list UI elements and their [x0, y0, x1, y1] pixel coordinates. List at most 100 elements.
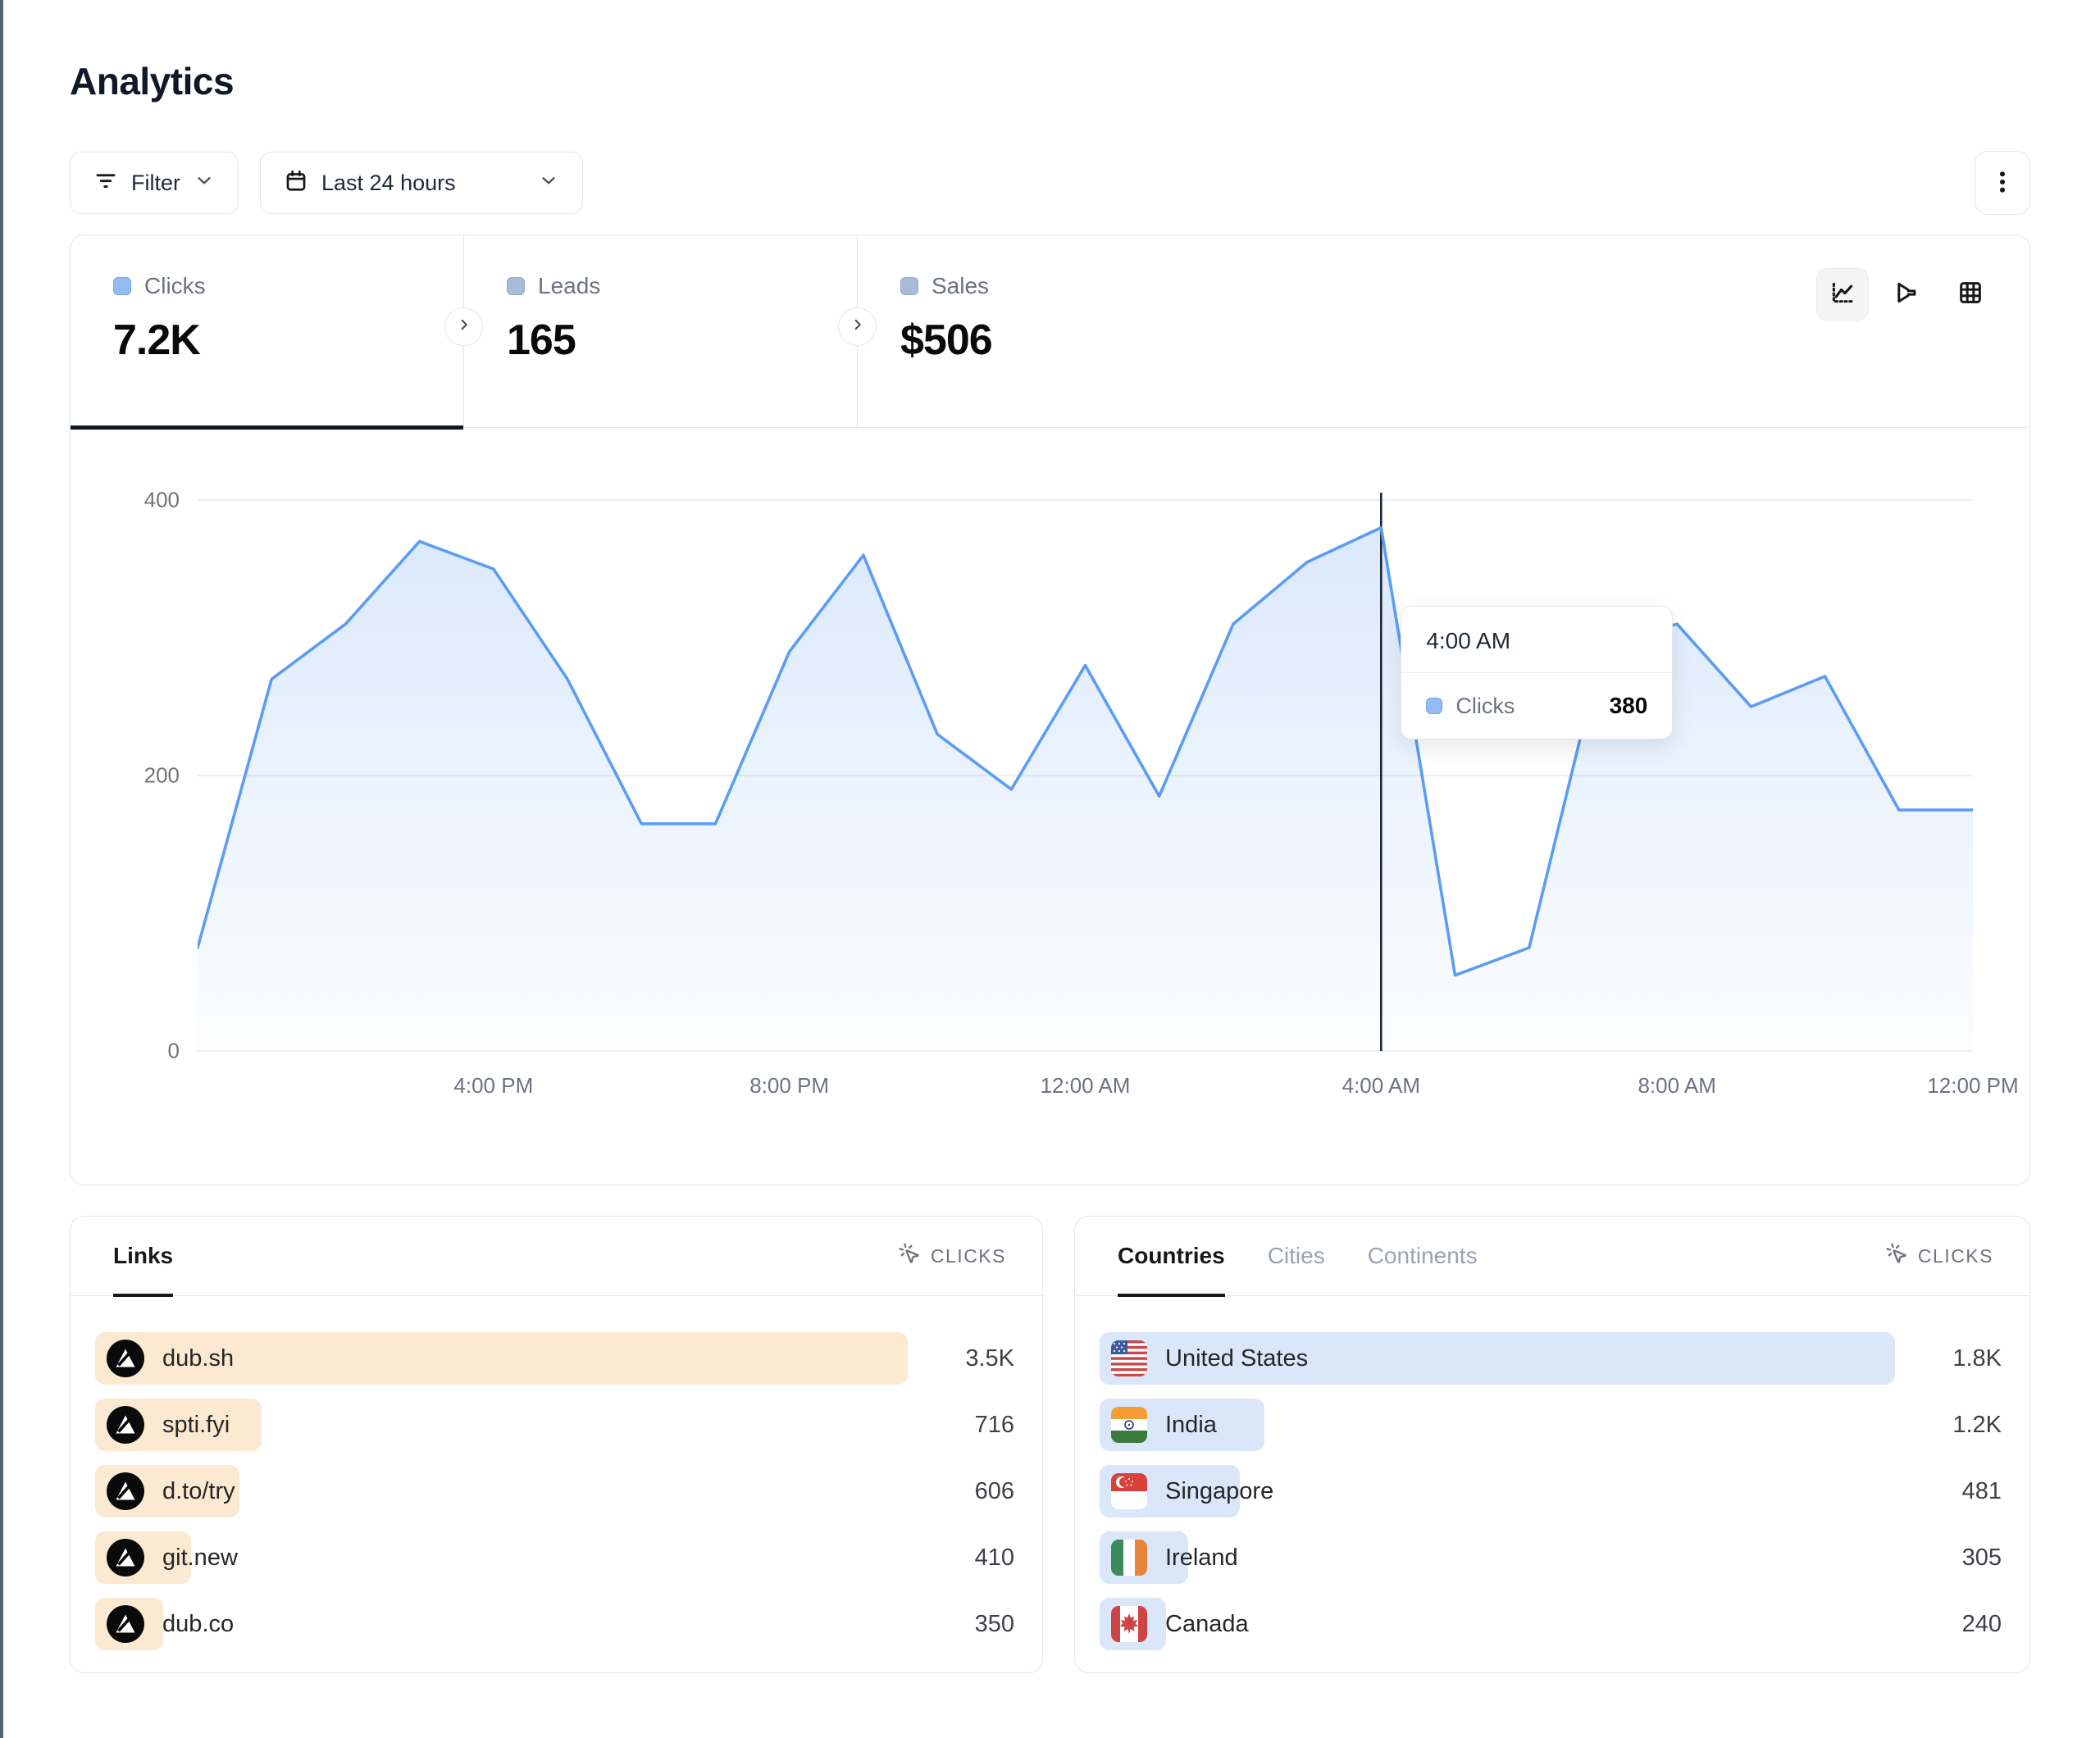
countries-panel-header: Countries Cities Continents CLICKS [1075, 1217, 2029, 1296]
x-axis-tick: 12:00 AM [1041, 1073, 1131, 1099]
calendar-icon [284, 168, 308, 198]
y-axis: 0200400 [71, 428, 180, 1185]
chevron-down-icon [194, 170, 215, 197]
tooltip-value: 380 [1610, 693, 1648, 719]
flag-ie-icon [1111, 1540, 1147, 1576]
chevron-down-icon [538, 170, 559, 197]
list-item[interactable]: Singapore481 [1100, 1465, 2002, 1517]
item-label: spti.fyi [162, 1412, 230, 1439]
x-axis-tick: 12:00 PM [1927, 1073, 2018, 1099]
dub-logo-icon [107, 1605, 144, 1643]
tooltip-legend-square-icon [1426, 698, 1442, 714]
leads-legend-square-icon [507, 277, 525, 295]
item-label: dub.co [162, 1611, 234, 1638]
list-item[interactable]: dub.co 350 [95, 1598, 1014, 1650]
item-label: India [1165, 1412, 1217, 1439]
bar-zone: spti.fyi [95, 1399, 908, 1451]
dub-logo-icon [107, 1539, 144, 1576]
item-value: 410 [908, 1545, 1014, 1572]
x-axis-tick: 8:00 AM [1638, 1073, 1715, 1099]
toolbar: Filter Last 24 hours [70, 151, 2030, 215]
dub-logo-icon [107, 1340, 144, 1377]
flag-us-icon [1111, 1340, 1147, 1376]
bar-zone: Canada [1100, 1598, 1895, 1650]
funnel-view-button[interactable] [1880, 268, 1933, 321]
flag-ca-icon [1111, 1606, 1147, 1642]
item-label: dub.sh [162, 1345, 234, 1372]
tab-continents[interactable]: Continents [1368, 1217, 1478, 1295]
item-label: git.new [162, 1545, 238, 1572]
list-item[interactable]: d.to/try 606 [95, 1465, 1014, 1517]
leads-value: 165 [507, 316, 857, 365]
flag-sg-icon [1111, 1473, 1147, 1509]
y-axis-tick: 400 [144, 488, 180, 513]
item-value: 350 [908, 1611, 1014, 1638]
dub-logo-icon [107, 1472, 144, 1510]
sales-tab-label: Sales [932, 273, 989, 299]
x-axis-tick: 4:00 AM [1342, 1073, 1420, 1099]
tab-cities[interactable]: Cities [1268, 1217, 1325, 1295]
dub-logo-icon [107, 1406, 144, 1444]
metric-tabs: Clicks 7.2K Leads 165 [71, 235, 2029, 428]
line-chart-icon [1829, 279, 1856, 311]
tab-clicks[interactable]: Clicks 7.2K [71, 235, 464, 427]
links-panel: Links CLICKS dub.sh 3.5K spti.fyi 716 d.to/t… [70, 1216, 1043, 1673]
more-menu-button[interactable] [1975, 151, 2030, 215]
expand-leads-button[interactable] [838, 307, 877, 346]
x-axis-tick: 4:00 PM [453, 1073, 533, 1099]
list-item[interactable]: India 1.2K [1100, 1399, 2002, 1451]
date-range-button[interactable]: Last 24 hours [260, 152, 583, 214]
x-axis: 4:00 PM8:00 PM12:00 AM4:00 AM8:00 AM12:0… [71, 1073, 2029, 1106]
countries-metric-badge[interactable]: CLICKS [1885, 1242, 1993, 1270]
filter-button-label: Filter [131, 171, 180, 196]
tab-leads[interactable]: Leads 165 [464, 235, 858, 427]
chart-view-toggles [1816, 235, 2029, 427]
cursor-click-icon [1885, 1242, 1908, 1270]
item-value: 3.5K [908, 1345, 1014, 1372]
table-view-button[interactable] [1944, 268, 1997, 321]
item-label: d.to/try [162, 1478, 235, 1505]
list-item[interactable]: spti.fyi 716 [95, 1399, 1014, 1451]
bar-zone: Singapore [1100, 1465, 1895, 1517]
leads-tab-label: Leads [538, 273, 600, 299]
clicks-chart[interactable]: 0200400 4:00 PM8:00 PM12:00 AM4:00 AM8:0… [71, 428, 2029, 1185]
area-chart-plot[interactable] [198, 488, 1973, 1062]
bar-zone: dub.sh [95, 1332, 908, 1385]
item-value: 606 [908, 1478, 1014, 1505]
links-panel-header: Links CLICKS [71, 1217, 1042, 1296]
bar-zone: dub.co [95, 1598, 908, 1650]
item-value: 716 [908, 1412, 1014, 1439]
links-metric-badge[interactable]: CLICKS [898, 1242, 1006, 1270]
bar-zone: United States [1100, 1332, 1895, 1385]
tab-sales[interactable]: Sales $506 [858, 235, 1251, 427]
line-chart-view-button[interactable] [1816, 268, 1869, 321]
analytics-chart-card: Clicks 7.2K Leads 165 [70, 234, 2030, 1185]
filter-button[interactable]: Filter [70, 152, 239, 214]
filter-lines-icon [93, 168, 118, 198]
item-value: 481 [1895, 1478, 2002, 1505]
chevron-right-icon [849, 316, 867, 338]
item-value: 1.8K [1895, 1345, 2002, 1372]
expand-clicks-button[interactable] [444, 307, 483, 346]
date-range-label: Last 24 hours [321, 171, 456, 196]
countries-list: United States1.8KIndia1.2KSingapore481Ir… [1075, 1296, 2029, 1650]
item-label: United States [1165, 1345, 1308, 1372]
tab-countries[interactable]: Countries [1118, 1217, 1225, 1295]
bar-zone: Ireland [1100, 1531, 1895, 1584]
list-item[interactable]: Canada240 [1100, 1598, 2002, 1650]
list-item[interactable]: United States 1.8K [1100, 1332, 2002, 1385]
y-axis-tick: 200 [144, 763, 180, 789]
bar-zone: India [1100, 1399, 1895, 1451]
chevron-right-icon [455, 316, 473, 338]
tab-links[interactable]: Links [113, 1217, 173, 1295]
clicks-value: 7.2K [113, 316, 463, 365]
item-label: Ireland [1165, 1545, 1238, 1572]
funnel-icon [1893, 279, 1920, 311]
bar-zone: d.to/try [95, 1465, 908, 1517]
item-value: 1.2K [1895, 1412, 2002, 1439]
kebab-menu-icon [1990, 168, 2015, 198]
list-item[interactable]: git.new 410 [95, 1531, 1014, 1584]
analytics-page: Analytics Filter Last 24 hours [70, 0, 2030, 1673]
list-item[interactable]: dub.sh 3.5K [95, 1332, 1014, 1385]
list-item[interactable]: Ireland305 [1100, 1531, 2002, 1584]
